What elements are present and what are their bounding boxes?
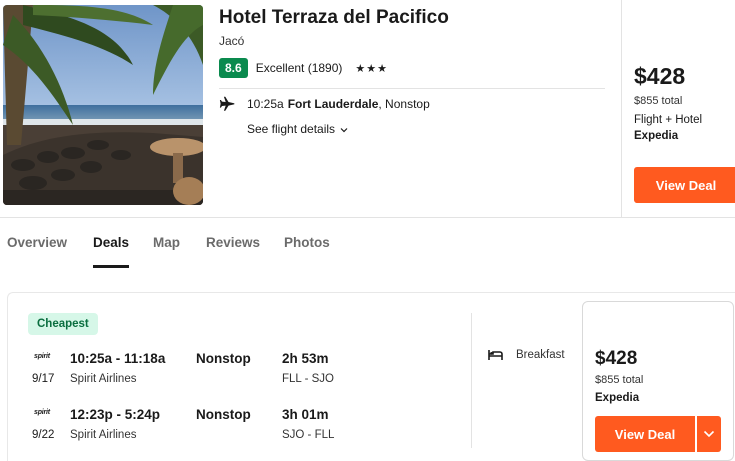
flight-city: Fort Lauderdale: [287, 97, 379, 111]
leg-duration: 2h 53m: [282, 351, 329, 366]
flight-time: 10:25a: [247, 97, 284, 111]
score-badge: 8.6: [219, 58, 248, 78]
hotel-name[interactable]: Hotel Terraza del Pacifico: [219, 7, 449, 29]
leg-airline: Spirit Airlines: [70, 373, 137, 385]
amenity-label: Breakfast: [516, 349, 565, 361]
flight-leg-outbound: spirit 9/17 10:25a - 11:18a Spirit Airli…: [8, 351, 468, 395]
tab-overview[interactable]: Overview: [7, 235, 67, 250]
leg-route: FLL - SJO: [282, 373, 334, 385]
deal-vendor: Expedia: [595, 392, 640, 404]
rating-text[interactable]: Excellent (1890): [256, 61, 343, 75]
see-flight-details-label: See flight details: [247, 122, 336, 136]
leg-date: 9/17: [32, 373, 55, 385]
hotel-card: Hotel Terraza del Pacifico Jacó 8.6 Exce…: [0, 0, 735, 218]
divider: [219, 88, 605, 89]
divider: [471, 313, 472, 448]
star-rating-icon: ★★★: [355, 62, 388, 75]
view-deal-dropdown-button[interactable]: [697, 416, 721, 452]
cheapest-badge: Cheapest: [28, 313, 98, 335]
price-panel: $428 $855 total Flight + Hotel Expedia V…: [621, 0, 735, 218]
amenity-breakfast: Breakfast: [488, 349, 565, 361]
leg-stops: Nonstop: [196, 407, 251, 422]
tab-reviews[interactable]: Reviews: [206, 235, 260, 250]
chevron-down-icon: [703, 425, 715, 443]
tab-deals[interactable]: Deals: [93, 235, 129, 250]
leg-airline: Spirit Airlines: [70, 429, 137, 441]
active-tab-indicator: [93, 265, 129, 268]
view-deal-button[interactable]: View Deal: [595, 416, 695, 452]
tab-map[interactable]: Map: [153, 235, 180, 250]
see-flight-details-link[interactable]: See flight details: [247, 122, 348, 136]
deal-price-box: $428 $855 total Expedia View Deal: [582, 301, 734, 461]
flight-summary: 10:25a Fort Lauderdale , Nonstop: [219, 96, 430, 112]
chevron-down-icon: [340, 122, 348, 136]
leg-stops: Nonstop: [196, 351, 251, 366]
spirit-logo-icon: spirit: [34, 353, 50, 360]
leg-date: 9/22: [32, 429, 55, 441]
flight-stops: , Nonstop: [378, 97, 430, 111]
hotel-photo[interactable]: [3, 5, 203, 205]
plane-icon: [219, 96, 235, 112]
deal-card: Cheapest spirit 9/17 10:25a - 11:18a Spi…: [7, 292, 735, 461]
price: $428: [634, 63, 686, 89]
leg-times: 10:25a - 11:18a: [70, 351, 166, 366]
tab-photos[interactable]: Photos: [284, 235, 330, 250]
leg-duration: 3h 01m: [282, 407, 329, 422]
leg-route: SJO - FLL: [282, 429, 335, 441]
price-total: $855 total: [634, 95, 683, 107]
rating-row: 8.6 Excellent (1890) ★★★: [219, 58, 388, 78]
flight-leg-return: spirit 9/22 12:23p - 5:24p Spirit Airlin…: [8, 407, 468, 451]
hotel-city: Jacó: [219, 34, 245, 48]
deal-price: $428: [595, 348, 638, 369]
tab-bar: Overview Deals Map Reviews Photos: [0, 219, 735, 269]
spirit-logo-icon: spirit: [34, 409, 50, 416]
vendor-name: Expedia: [634, 130, 679, 142]
leg-times: 12:23p - 5:24p: [70, 407, 161, 422]
deal-total: $855 total: [595, 374, 644, 386]
view-deal-button[interactable]: View Deal: [634, 167, 735, 203]
package-type: Flight + Hotel: [634, 114, 703, 126]
bed-icon: [488, 349, 503, 361]
